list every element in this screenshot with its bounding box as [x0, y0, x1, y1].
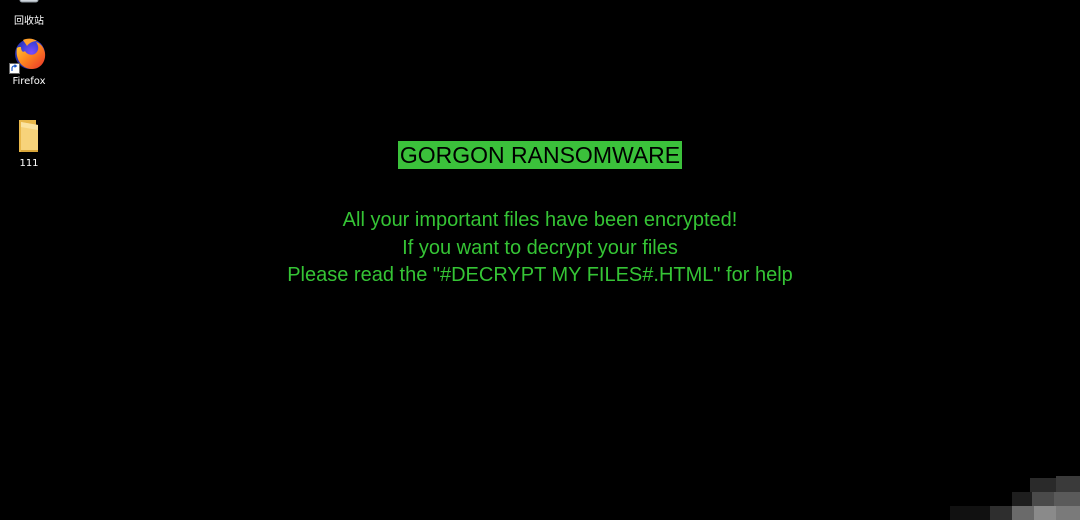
desktop-background: 回收站 Firefox 111 GORGON RANSOMWARE All yo…: [0, 0, 1080, 520]
ransom-message-line: If you want to decrypt your files: [402, 236, 678, 259]
shortcut-arrow-icon: [9, 63, 20, 74]
recycle-bin-icon: [9, 0, 49, 10]
desktop-icon-recycle-bin[interactable]: 回收站: [0, 0, 58, 27]
desktop-icon-label: Firefox: [12, 76, 46, 87]
desktop-icon-firefox[interactable]: Firefox: [0, 34, 58, 87]
ransom-title-container: GORGON RANSOMWARE: [0, 141, 1080, 169]
desktop-icon-label: 回收站: [14, 16, 44, 27]
firefox-icon: [9, 34, 49, 74]
ransom-message-line: Please read the "#DECRYPT MY FILES#.HTML…: [287, 264, 793, 286]
ransom-message-line: All your important files have been encry…: [342, 209, 738, 231]
ransom-message: All your important files have been encry…: [0, 207, 1080, 290]
ransom-title: GORGON RANSOMWARE: [397, 141, 683, 169]
redacted-area: [950, 472, 1080, 520]
